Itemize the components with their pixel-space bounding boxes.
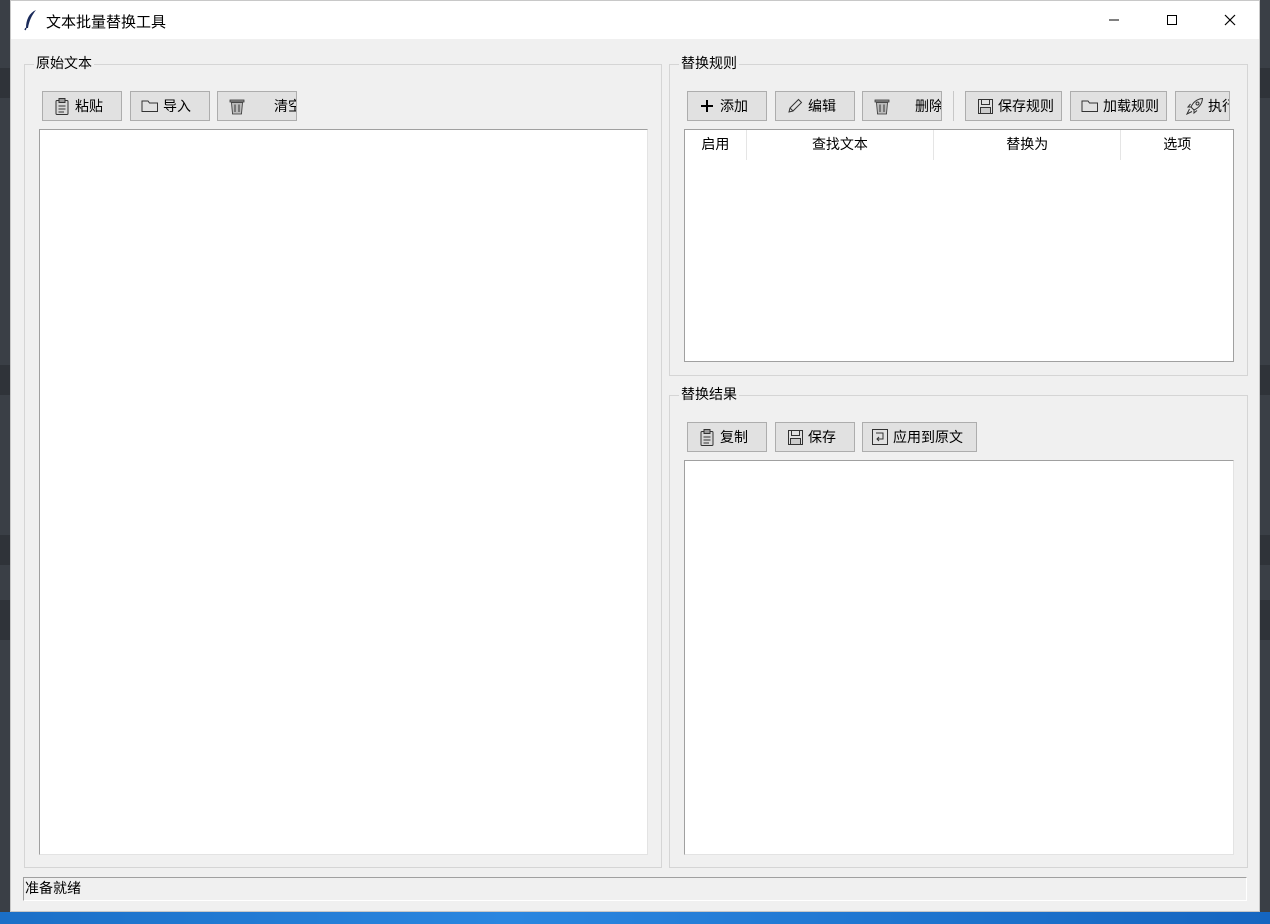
paste-button-label: 粘贴: [75, 99, 103, 115]
edit-rule-button[interactable]: 编辑: [775, 91, 855, 121]
close-icon: [1224, 14, 1236, 26]
column-header-enabled[interactable]: 启用: [685, 130, 747, 160]
folder-icon: [1081, 97, 1099, 115]
add-rule-button-label: 添加: [720, 99, 748, 115]
feather-icon: [23, 9, 39, 31]
save-rules-button[interactable]: 保存规则: [965, 91, 1062, 121]
delete-rule-button[interactable]: 删除: [862, 91, 942, 121]
rules-table[interactable]: 启用 查找文本 替换为 选项: [684, 129, 1234, 362]
add-rule-button[interactable]: 添加: [687, 91, 767, 121]
replace-result-label: 替换结果: [679, 386, 739, 404]
trash-icon: [228, 97, 246, 115]
toolbar-separator: [953, 91, 954, 121]
folder-icon: [141, 97, 159, 115]
clear-button[interactable]: 清空: [217, 91, 297, 121]
apply-to-original-button-label: 应用到原文: [893, 430, 963, 446]
import-button[interactable]: 导入: [130, 91, 210, 121]
plus-icon: [698, 97, 716, 115]
maximize-icon: [1167, 15, 1177, 25]
copy-button-label: 复制: [720, 430, 748, 446]
replace-rules-group: 替换规则 添加 编辑 删除 保存规则 加载规则 执 启用 查找文本 替换为 选项: [669, 55, 1248, 376]
minimize-icon: [1109, 19, 1119, 21]
original-text-label: 原始文本: [34, 55, 94, 73]
taskbar: [0, 912, 1270, 924]
column-header-find-text[interactable]: 查找文本: [747, 130, 935, 160]
title-bar: 文本批量替换工具: [11, 1, 1259, 39]
rules-table-header: 启用 查找文本 替换为 选项: [685, 130, 1233, 160]
maximize-button[interactable]: [1143, 1, 1201, 39]
replace-rules-label: 替换规则: [679, 55, 739, 73]
replace-result-group: 替换结果 复制 保存 应用到原文: [669, 386, 1248, 868]
load-rules-button[interactable]: 加载规则: [1070, 91, 1167, 121]
pencil-icon: [786, 97, 804, 115]
app-window: 文本批量替换工具 原始文本 粘贴 导入 清 替换规则 添加 编辑 删除 保存规则…: [10, 0, 1260, 912]
apply-arrow-icon: [871, 428, 889, 446]
import-button-label: 导入: [163, 99, 191, 115]
save-rules-button-label: 保存规则: [998, 99, 1054, 115]
status-bar: 准备就绪: [23, 877, 1247, 901]
rocket-icon: [1186, 97, 1204, 115]
save-result-button-label: 保存: [808, 430, 836, 446]
edit-rule-button-label: 编辑: [808, 99, 836, 115]
clear-button-label: 清空: [274, 99, 296, 115]
close-button[interactable]: [1201, 1, 1259, 39]
window-title: 文本批量替换工具: [46, 13, 167, 31]
save-result-button[interactable]: 保存: [775, 422, 855, 452]
apply-to-original-button[interactable]: 应用到原文: [862, 422, 977, 452]
clipboard-icon: [698, 428, 716, 446]
copy-button[interactable]: 复制: [687, 422, 767, 452]
floppy-disk-icon: [786, 428, 804, 446]
delete-rule-button-label: 删除: [915, 99, 942, 115]
floppy-disk-icon: [976, 97, 994, 115]
column-header-replace-with[interactable]: 替换为: [934, 130, 1122, 160]
column-header-options[interactable]: 选项: [1121, 130, 1233, 160]
clipboard-icon: [53, 97, 71, 115]
trash-icon: [873, 97, 891, 115]
minimize-button[interactable]: [1085, 1, 1143, 39]
execute-button[interactable]: 执行: [1175, 91, 1230, 121]
original-text-area[interactable]: [39, 129, 648, 855]
original-text-group: 原始文本 粘贴 导入 清空: [24, 55, 662, 868]
result-text-area[interactable]: [684, 460, 1234, 855]
load-rules-button-label: 加载规则: [1103, 99, 1159, 115]
paste-button[interactable]: 粘贴: [42, 91, 122, 121]
execute-button-label: 执行: [1208, 99, 1229, 115]
